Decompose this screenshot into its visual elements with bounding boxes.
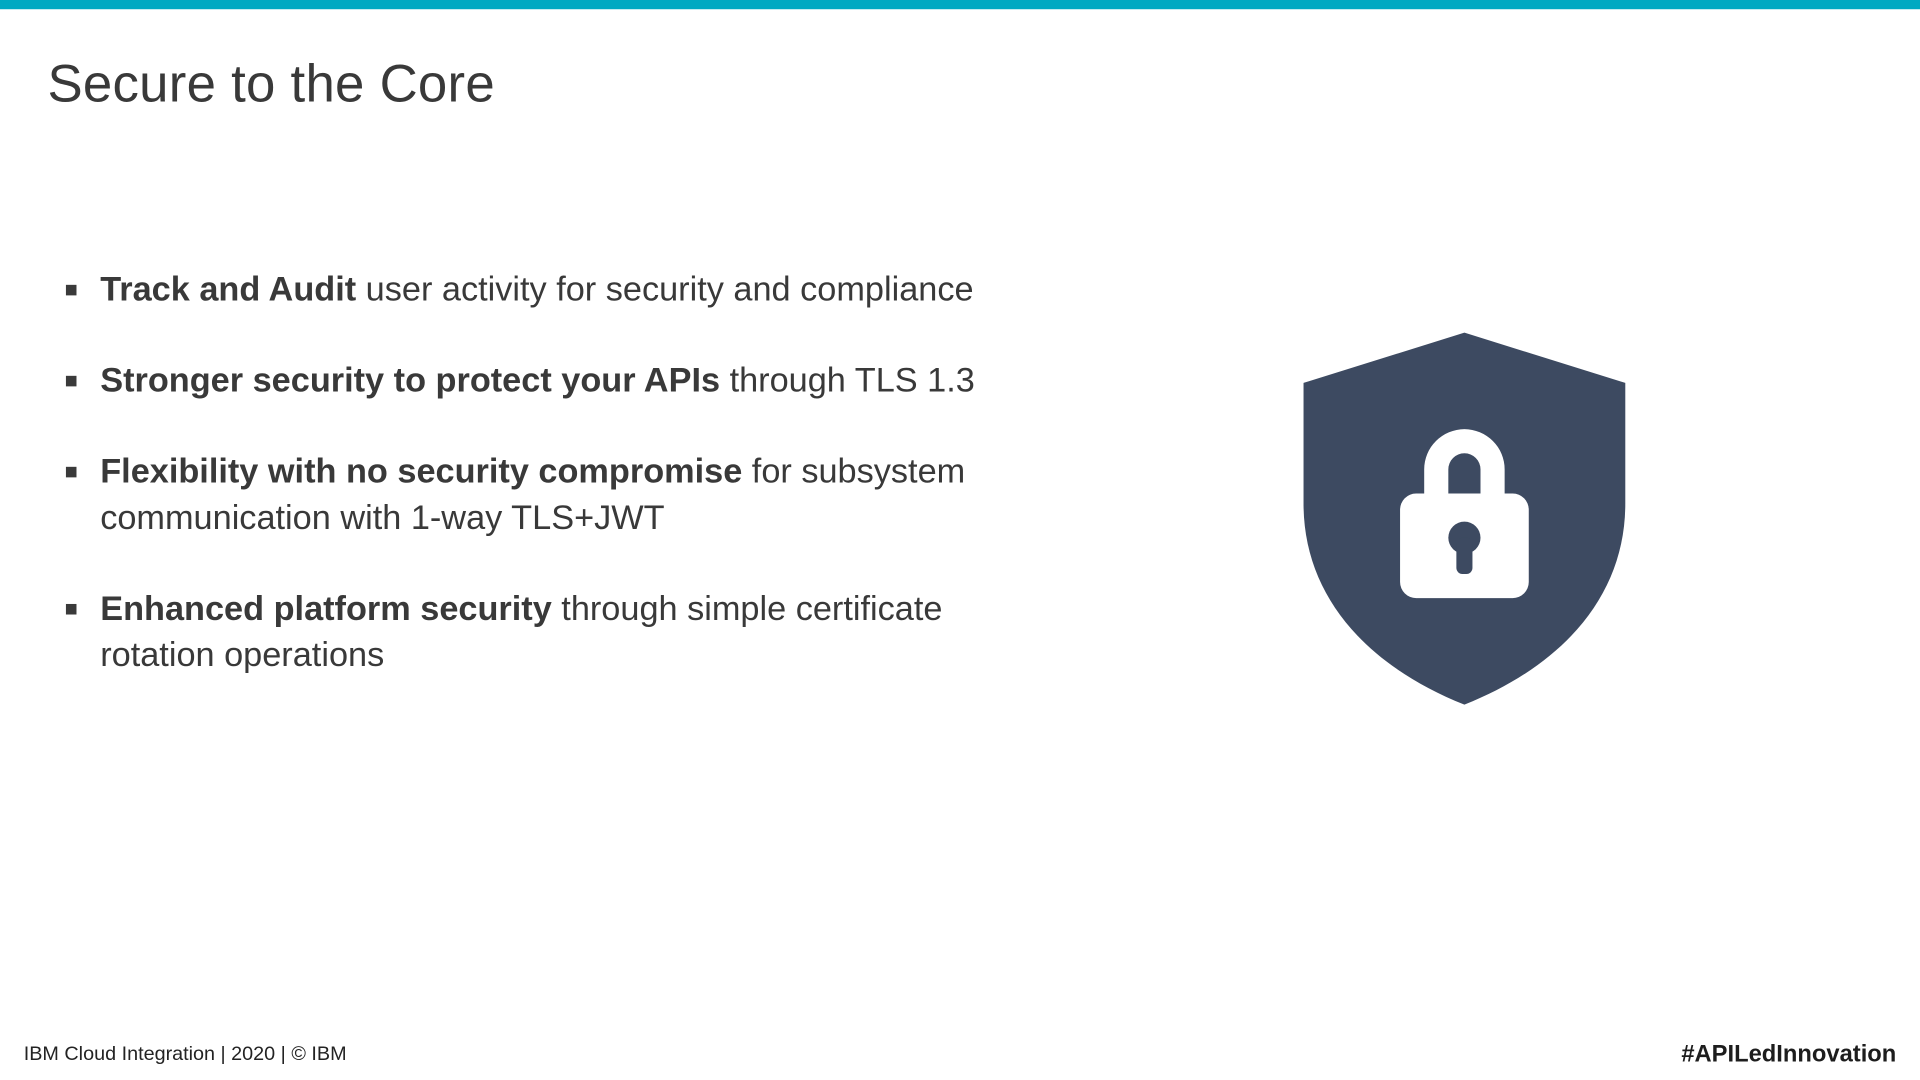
- bullet-item: Stronger security to protect your APIs t…: [66, 357, 976, 403]
- footer-hashtag: #APILedInnovation: [1681, 1040, 1896, 1068]
- bullet-rest: through TLS 1.3: [720, 360, 975, 400]
- bullet-item: Track and Audit user activity for securi…: [66, 266, 976, 312]
- slide-title: Secure to the Core: [47, 55, 494, 114]
- slide-body: Secure to the Core Track and Audit user …: [0, 9, 1920, 1080]
- bullet-item: Enhanced platform security through simpl…: [66, 586, 976, 679]
- footer-left: IBM Cloud Integration | 2020 | © IBM: [24, 1042, 347, 1064]
- shield-lock-icon: [1263, 313, 1665, 715]
- accent-bar: [0, 0, 1920, 9]
- slide-footer: IBM Cloud Integration | 2020 | © IBM #AP…: [0, 1027, 1920, 1080]
- bullet-list: Track and Audit user activity for securi…: [66, 266, 976, 723]
- bullet-bold: Flexibility with no security compromise: [100, 451, 742, 491]
- bullet-bold: Enhanced platform security: [100, 589, 552, 629]
- bullet-item: Flexibility with no security compromise …: [66, 449, 976, 542]
- bullet-bold: Track and Audit: [100, 269, 356, 309]
- bullet-rest: user activity for security and complianc…: [356, 269, 973, 309]
- bullet-bold: Stronger security to protect your APIs: [100, 360, 720, 400]
